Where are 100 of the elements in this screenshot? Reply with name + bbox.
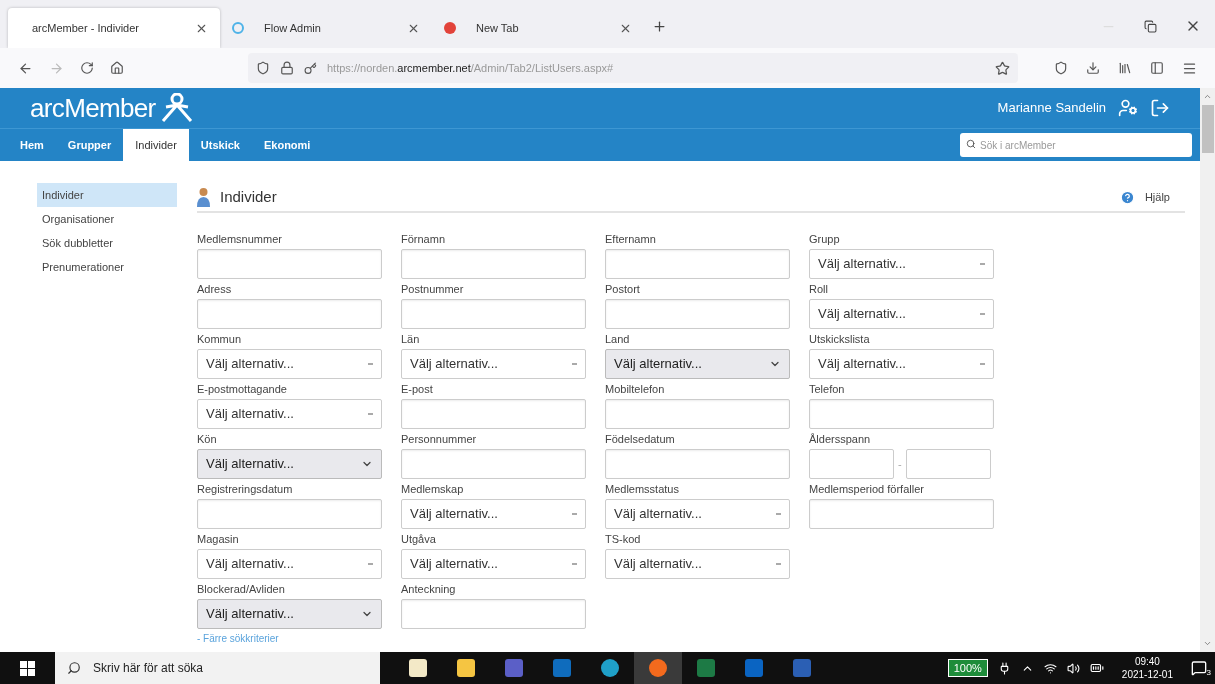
field-label: Medlemskap [401,482,465,497]
network-icon[interactable] [1043,661,1057,675]
new-tab-icon[interactable] [652,19,667,34]
dropdown-field[interactable]: Välj alternativ... [605,549,790,579]
user-settings-icon[interactable] [1118,98,1138,118]
browser-tab[interactable]: Flow Admin [220,8,432,48]
help-icon[interactable] [1119,189,1135,205]
field-label: Mobiltelefon [605,382,666,397]
text-field[interactable] [401,249,586,279]
scroll-up-icon[interactable] [1203,92,1212,101]
scroll-down-icon[interactable] [1203,639,1212,648]
star-icon[interactable] [995,60,1010,76]
field-label: Medlemsnummer [197,232,283,247]
field-label: Postnummer [401,282,465,297]
field-label: Åldersspann [809,432,872,447]
dropdown-field[interactable]: Välj alternativ... [809,349,994,379]
address-bar[interactable]: https://norden.arcmember.net/Admin/Tab2/ListUsers.aspx# [248,53,1018,83]
shield-icon [256,61,270,75]
search-field[interactable]: Sök i arcMember [960,133,1192,157]
help-link[interactable]: Hjälp [1144,188,1170,206]
home-icon[interactable] [110,61,124,75]
field-label: Medlemsstatus [605,482,680,497]
person-icon [197,187,210,207]
battery-indicator: 100% [947,659,988,677]
field-label: E-post [401,382,434,397]
nav-tab[interactable]: Individer [123,129,189,161]
text-field[interactable] [605,399,790,429]
taskbar-search-field[interactable]: Skriv här för att söka [55,652,380,684]
field-label: Förnamn [401,232,447,247]
sidebar-item[interactable]: Sök dubbletter [37,231,177,255]
field-label: Postort [605,282,641,297]
reload-icon[interactable] [80,61,94,75]
text-field[interactable] [605,449,790,479]
dropdown-field[interactable]: Välj alternativ... [809,299,994,329]
field-label: E-postmottagande [197,382,288,397]
dropdown-field[interactable]: Välj alternativ... [197,599,382,629]
restore-icon[interactable] [1144,19,1157,33]
dropdown-field[interactable]: Välj alternativ... [401,549,586,579]
range-separator: - [898,456,902,472]
nav-tab[interactable]: Ekonomi [251,129,323,161]
field-label: Födelsedatum [605,432,676,447]
field-label: Kommun [197,332,243,347]
browser-tab[interactable]: New Tab [432,8,644,48]
range-to-field[interactable] [905,449,991,479]
search-icon [966,138,976,149]
browser-tab[interactable]: arcMember - Individer [8,8,220,48]
dropdown-field[interactable]: Välj alternativ... [809,249,994,279]
field-label: Anteckning [401,582,457,597]
battery-icon[interactable] [1089,661,1104,675]
download-icon[interactable] [1086,61,1100,75]
dropdown-field[interactable]: Välj alternativ... [197,449,382,479]
clock-date: 2021-12-01 [1121,668,1173,681]
menu-icon[interactable] [1182,60,1197,76]
dropdown-field[interactable]: Välj alternativ... [401,349,586,379]
key-icon [304,61,317,75]
text-field[interactable] [401,399,586,429]
field-label: Telefon [809,382,846,397]
dropdown-field[interactable]: Välj alternativ... [401,499,586,529]
lock-icon [280,61,294,75]
field-label: Efternamn [605,232,657,247]
sidebar-item[interactable]: Prenumerationer [37,255,177,279]
field-label: Utgåva [401,532,437,547]
back-icon[interactable] [18,60,33,76]
text-field[interactable] [197,499,382,529]
library-icon[interactable] [1118,61,1132,75]
dropdown-field[interactable]: Välj alternativ... [197,349,382,379]
text-field[interactable] [197,249,382,279]
text-field[interactable] [197,299,382,329]
dropdown-field[interactable]: Välj alternativ... [605,349,790,379]
range-from-field[interactable] [809,449,894,479]
person-logo-icon [159,93,194,123]
sidebar-item[interactable]: Individer [37,183,177,207]
dropdown-field[interactable]: Välj alternativ... [197,549,382,579]
text-field[interactable] [809,399,994,429]
user-name[interactable]: Marianne Sandelin [997,98,1106,118]
field-label: Blockerad/Avliden [197,582,286,597]
text-field[interactable] [605,299,790,329]
text-field[interactable] [809,499,994,529]
sidebar-icon[interactable] [1150,61,1164,75]
scrollbar[interactable] [1200,88,1215,652]
text-field[interactable] [401,299,586,329]
dropdown-field[interactable]: Välj alternativ... [605,499,790,529]
logout-icon[interactable] [1150,98,1170,118]
sidebar-item[interactable]: Organisationer [37,207,177,231]
field-label: Adress [197,282,233,297]
text-field[interactable] [401,449,586,479]
nav-tab[interactable]: Grupper [55,129,124,161]
field-label: Utskickslista [809,332,871,347]
text-field[interactable] [401,599,586,629]
nav-tab[interactable]: Hem [8,129,56,161]
notification-icon[interactable] [1191,660,1207,676]
text-field[interactable] [605,249,790,279]
volume-icon[interactable] [1066,661,1080,675]
dropdown-field[interactable]: Välj alternativ... [197,399,382,429]
scrollbar-thumb[interactable] [1201,105,1214,153]
nav-tab[interactable]: Utskick [188,129,252,161]
field-label: Kön [197,432,218,447]
windows-icon[interactable] [20,660,35,676]
field-label: TS-kod [605,532,642,547]
field-label: Personnummer [401,432,478,447]
